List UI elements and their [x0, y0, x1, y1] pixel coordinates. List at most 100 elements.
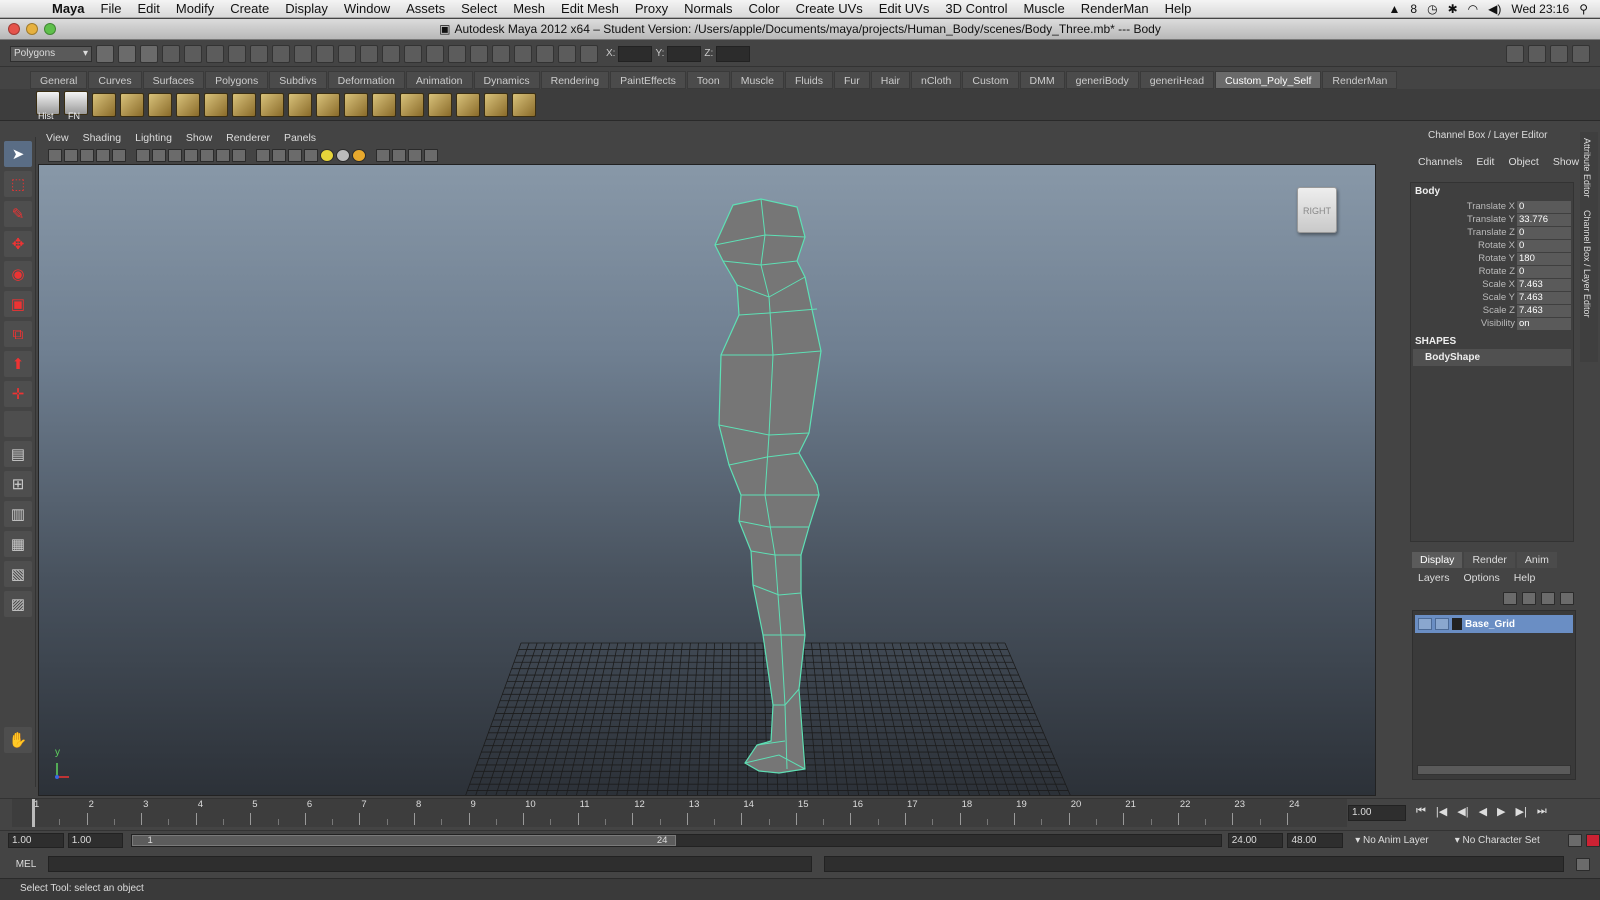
attribute-row[interactable]: Rotate Y 180	[1411, 252, 1573, 265]
layer-row[interactable]: Base_Grid	[1415, 615, 1573, 633]
attribute-value[interactable]: 7.463	[1517, 291, 1571, 304]
menu-edit-uvs[interactable]: Edit UVs	[871, 1, 938, 16]
current-frame-field[interactable]: 1.00	[1348, 805, 1406, 821]
outliner-graph-layout-icon[interactable]: ▨	[4, 591, 32, 617]
view-menu[interactable]: View	[46, 132, 69, 144]
shading-menu[interactable]: Shading	[83, 132, 122, 144]
panels-menu[interactable]: Panels	[284, 132, 316, 144]
shelf-tab-animation[interactable]: Animation	[405, 71, 473, 89]
modeling-toolkit-icon[interactable]	[1506, 44, 1524, 63]
four-view-layout-icon[interactable]: ⊞	[4, 471, 32, 497]
rotate-tool-icon[interactable]: ◉	[4, 261, 32, 287]
hypershade-icon[interactable]	[492, 44, 510, 63]
attribute-row[interactable]: Translate Z0	[1411, 226, 1573, 239]
step-forward-frame-icon[interactable]: ▶|	[1516, 805, 1527, 818]
camera-icon[interactable]	[48, 148, 62, 162]
poly-tool-icon[interactable]	[372, 92, 396, 117]
step-back-frame-icon[interactable]: ◀|	[1457, 805, 1468, 818]
poly-tool-icon[interactable]	[260, 92, 284, 117]
attribute-name[interactable]: Scale Y	[1411, 292, 1517, 303]
attribute-name[interactable]: Rotate Z	[1411, 266, 1517, 277]
attribute-value[interactable]: 7.463	[1517, 304, 1571, 317]
options-menu[interactable]: Options	[1464, 572, 1500, 588]
use-default-lighting-icon[interactable]	[320, 148, 334, 162]
end-time-field[interactable]: 48.00	[1287, 833, 1344, 848]
resolution-gate-icon[interactable]	[168, 148, 182, 162]
poly-tool-icon[interactable]	[232, 92, 256, 117]
adobe-icon[interactable]: ▲	[1389, 2, 1401, 16]
history-icon[interactable]	[360, 44, 378, 63]
two-d-pan-icon[interactable]	[112, 148, 126, 162]
camera-attributes-icon[interactable]	[64, 148, 78, 162]
shelf-tab-dmm[interactable]: DMM	[1019, 71, 1065, 89]
layer-display-type-toggle[interactable]	[1435, 618, 1449, 630]
menu-edit-mesh[interactable]: Edit Mesh	[553, 1, 627, 16]
move-tool-icon[interactable]: ✥	[4, 231, 32, 257]
attribute-name[interactable]: Scale Z	[1411, 305, 1517, 316]
shelf-tab-dynamics[interactable]: Dynamics	[473, 71, 540, 89]
attribute-name[interactable]: Translate Z	[1411, 227, 1517, 238]
menu-renderman[interactable]: RenderMan	[1073, 1, 1157, 16]
poly-tool-icon[interactable]	[512, 92, 536, 117]
object-name[interactable]: Body	[1411, 183, 1573, 200]
layer-name[interactable]: Base_Grid	[1465, 619, 1515, 630]
tab-display[interactable]: Display	[1412, 552, 1463, 568]
tab-render[interactable]: Render	[1464, 552, 1515, 568]
time-machine-icon[interactable]: ◷	[1427, 2, 1437, 16]
soft-mod-icon[interactable]: ⬆	[4, 351, 32, 377]
attribute-name[interactable]: Scale X	[1411, 279, 1517, 290]
attribute-value[interactable]: 180	[1517, 252, 1571, 265]
single-perspective-layout-icon[interactable]: ▤	[4, 441, 32, 467]
layer-color-swatch[interactable]	[1452, 618, 1462, 630]
menu-proxy[interactable]: Proxy	[627, 1, 676, 16]
move-layer-down-icon[interactable]	[1522, 591, 1536, 605]
persp-hypershade-layout-icon[interactable]: ▧	[4, 561, 32, 587]
menu-display[interactable]: Display	[277, 1, 336, 16]
menu-assets[interactable]: Assets	[398, 1, 453, 16]
poly-tool-icon[interactable]	[92, 92, 116, 117]
shelf-tab-toon[interactable]: Toon	[686, 71, 730, 89]
attribute-name[interactable]: Rotate X	[1411, 240, 1517, 251]
select-by-object-icon[interactable]	[184, 44, 202, 63]
attribute-value[interactable]: 0	[1517, 265, 1571, 278]
high-quality-icon[interactable]	[424, 148, 438, 162]
isolate-select-icon[interactable]	[376, 148, 390, 162]
menu-help[interactable]: Help	[1157, 1, 1200, 16]
time-ruler[interactable]: 1 2 3 4 5 6 7 8 9 10 11 12 13 14 15 16 17 18 19 20 21 22 23 24	[12, 799, 1347, 827]
textured-icon[interactable]	[304, 148, 318, 162]
channel-box-tab[interactable]: Channel Box / Layer Editor	[1580, 204, 1594, 324]
shelf-tab-ncloth[interactable]: nCloth	[911, 71, 962, 89]
safe-action-icon[interactable]	[216, 148, 230, 162]
lock-icon[interactable]	[404, 44, 422, 63]
render-current-icon[interactable]	[426, 44, 444, 63]
shelf-tab-curves[interactable]: Curves	[88, 71, 142, 89]
poly-tool-icon[interactable]	[456, 92, 480, 117]
y-field[interactable]	[667, 45, 702, 62]
menu-edit[interactable]: Edit	[129, 1, 167, 16]
poly-tool-icon[interactable]	[400, 92, 424, 117]
step-back-key-icon[interactable]: |◀	[1436, 805, 1447, 818]
attribute-value[interactable]: on	[1517, 317, 1571, 330]
shelf-tab-muscle[interactable]: Muscle	[730, 71, 784, 89]
channel-box-toggle-icon[interactable]	[580, 44, 598, 63]
gate-mask-icon[interactable]	[184, 148, 198, 162]
edit-menu[interactable]: Edit	[1476, 156, 1494, 178]
shelf-tab-surfaces[interactable]: Surfaces	[142, 71, 205, 89]
wireframe-icon[interactable]	[256, 148, 270, 162]
help-menu[interactable]: Help	[1514, 572, 1536, 588]
show-hide-icon[interactable]	[514, 44, 532, 63]
menu-color[interactable]: Color	[741, 1, 788, 16]
attribute-value[interactable]: 7.463	[1517, 278, 1571, 291]
range-fill[interactable]: 1 24	[132, 835, 677, 846]
show-menu[interactable]: Show	[1553, 156, 1579, 178]
layer-list-scrollbar[interactable]	[1417, 765, 1571, 775]
attribute-name[interactable]: Translate Y	[1411, 214, 1517, 225]
show-manipulator-icon[interactable]: ✛	[4, 381, 32, 407]
universal-manipulator-icon[interactable]: ⧉	[4, 321, 32, 347]
character-set-dropdown[interactable]: ▾ No Character Set	[1455, 835, 1560, 846]
shelf-tab-generibody[interactable]: generiBody	[1065, 71, 1139, 89]
show-menu[interactable]: Show	[186, 132, 212, 144]
tool-settings-panel-icon[interactable]	[1550, 44, 1568, 63]
poly-tool-icon[interactable]	[204, 92, 228, 117]
attribute-editor-toggle-icon[interactable]	[536, 44, 554, 63]
